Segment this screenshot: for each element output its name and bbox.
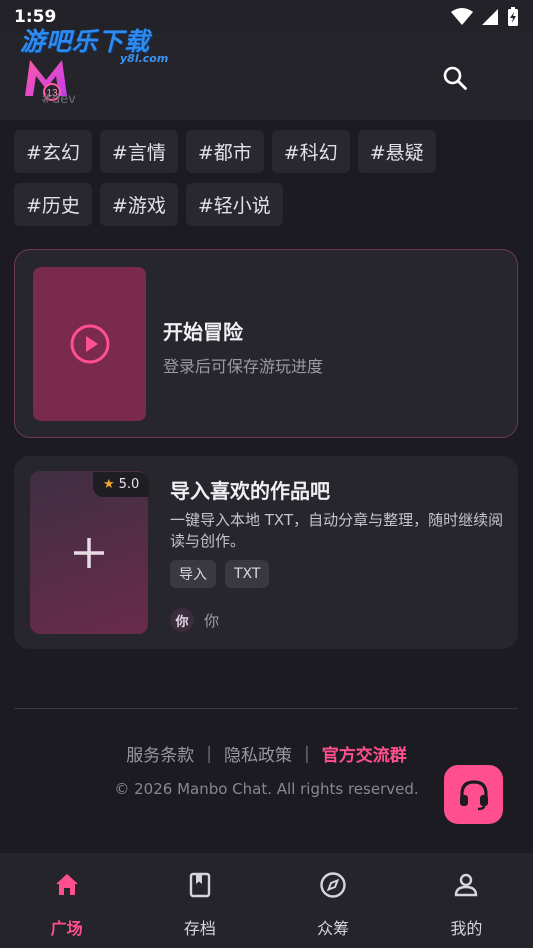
- adventure-thumbnail: [33, 267, 146, 421]
- play-icon: [70, 324, 109, 364]
- author-name: 你: [204, 611, 220, 630]
- compass-icon: [320, 872, 346, 898]
- tag-chip[interactable]: #历史: [14, 183, 92, 226]
- rating-value: 5.0: [118, 477, 140, 492]
- footer-links: 服务条款 | 隐私政策 | 官方交流群: [0, 741, 533, 767]
- nav-plaza[interactable]: 广场: [0, 853, 133, 948]
- adventure-title: 开始冒险: [163, 320, 243, 344]
- start-adventure-card[interactable]: 开始冒险 登录后可保存游玩进度: [14, 249, 518, 438]
- search-button[interactable]: [440, 63, 470, 93]
- tag-chip[interactable]: #科幻: [271, 130, 350, 173]
- nav-crowdfund[interactable]: 众筹: [267, 853, 400, 948]
- chip-txt: TXT: [225, 560, 270, 588]
- star-icon: ★: [103, 477, 115, 492]
- status-icons: [451, 7, 519, 27]
- nav-archive[interactable]: 存档: [133, 853, 266, 948]
- tag-chip[interactable]: #玄幻: [14, 130, 92, 173]
- search-icon: [443, 66, 467, 90]
- import-works-card[interactable]: ★ 5.0 导入喜欢的作品吧 一键导入本地 TXT，自动分章与整理，随时继续阅读…: [14, 456, 518, 649]
- bottom-navigation: 广场 存档 众筹 我的: [0, 853, 533, 948]
- dev-tag: #dev: [41, 92, 76, 107]
- battery-icon: [508, 7, 518, 26]
- plus-icon: [74, 537, 104, 568]
- rating-badge: ★ 5.0: [93, 472, 150, 497]
- nav-label: 众筹: [317, 919, 350, 938]
- terms-link[interactable]: 服务条款: [126, 741, 194, 766]
- chip-import: 导入: [170, 560, 216, 588]
- tag-chip[interactable]: #游戏: [99, 183, 178, 226]
- nav-profile[interactable]: 我的: [400, 853, 533, 948]
- nav-label: 存档: [183, 919, 216, 938]
- genre-tags: #玄幻 #言情 #都市 #科幻 #悬疑 #历史 #游戏 #轻小说: [14, 130, 519, 226]
- tag-chip[interactable]: #言情: [99, 130, 178, 173]
- nav-label: 广场: [50, 919, 83, 938]
- footer-separator: |: [206, 743, 212, 764]
- import-title: 导入喜欢的作品吧: [170, 479, 330, 503]
- privacy-link[interactable]: 隐私政策: [224, 741, 292, 766]
- tag-chip[interactable]: #轻小说: [185, 183, 283, 226]
- adventure-subtitle: 登录后可保存游玩进度: [163, 357, 324, 376]
- author-row: 你 你: [170, 608, 219, 632]
- import-description: 一键导入本地 TXT，自动分章与整理，随时继续阅读与创作。: [170, 511, 504, 550]
- footer-divider: [14, 708, 518, 709]
- bookmark-icon: [189, 872, 211, 898]
- support-button[interactable]: [444, 765, 503, 824]
- home-icon: [55, 874, 78, 895]
- nav-label: 我的: [450, 919, 483, 938]
- import-chips: 导入 TXT: [170, 560, 270, 588]
- user-icon: [455, 873, 478, 897]
- tag-chip[interactable]: #都市: [185, 130, 264, 173]
- footer-separator: |: [304, 743, 310, 764]
- wifi-icon: [451, 8, 473, 25]
- community-link[interactable]: 官方交流群: [322, 741, 407, 766]
- tag-chip[interactable]: #悬疑: [357, 130, 436, 173]
- watermark-logo-sub: y8l.com: [120, 52, 169, 65]
- headset-icon: [459, 779, 488, 810]
- signal-icon: [482, 9, 498, 25]
- avatar: 你: [170, 608, 194, 632]
